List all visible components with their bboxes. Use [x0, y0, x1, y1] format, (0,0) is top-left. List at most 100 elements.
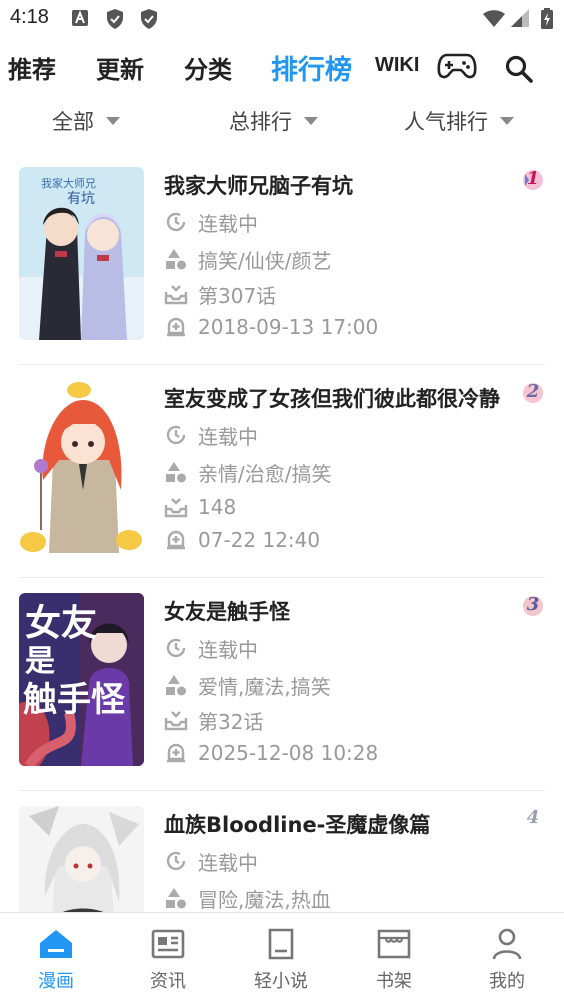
battery-icon	[541, 8, 553, 29]
bottom-nav: 漫画 资讯 轻小说 书架 我的	[0, 912, 564, 1002]
tags-text: 搞笑/仙侠/颜艺	[198, 248, 332, 273]
shield-check-icon	[141, 9, 157, 29]
comic-item[interactable]: 室友变成了女孩但我们彼此都很冷静 连载中 亲情/治愈/搞笑 148 07-22 …	[0, 365, 564, 578]
comic-status: 连载中	[164, 208, 258, 236]
filter-overall-dropdown[interactable]: 总排行	[229, 106, 318, 136]
clock-icon	[166, 425, 186, 445]
tags-text: 爱情,魔法,搞笑	[198, 674, 331, 699]
category-shapes-icon	[166, 462, 186, 483]
tags-text: 亲情/治愈/搞笑	[198, 461, 332, 486]
bottom-tab-news[interactable]: 资讯	[112, 913, 224, 1002]
bottom-tab-comics[interactable]: 漫画	[0, 913, 112, 1002]
filter-all-dropdown[interactable]: 全部	[52, 106, 120, 136]
bottom-tab-label: 轻小说	[254, 971, 308, 992]
filter-label: 人气排行	[404, 110, 488, 134]
update-text: 07-22 12:40	[198, 528, 321, 552]
svg-text:是: 是	[25, 644, 55, 679]
svg-text:触手怪: 触手怪	[23, 680, 126, 720]
wifi-icon	[483, 10, 505, 27]
bottom-tab-bookshelf[interactable]: 书架	[338, 913, 450, 1002]
comic-item[interactable]: 血族Bloodline-圣魔虚像篇 连载中 冒险,魔法,热血 4	[0, 791, 564, 912]
comic-status: 连载中	[164, 634, 258, 662]
svg-text:有坑: 有坑	[67, 191, 95, 207]
bell-plus-icon	[167, 530, 185, 550]
status-text: 连载中	[198, 211, 258, 236]
search-icon[interactable]	[504, 54, 534, 84]
comic-item[interactable]: 我家大师兄 有坑 我家大师兄脑子有坑 连载中 搞笑/仙侠/颜艺 第307话 20…	[0, 152, 564, 365]
bottom-tab-light-novel[interactable]: 轻小说	[225, 913, 337, 1002]
comic-title: 血族Bloodline-圣魔虚像篇	[164, 813, 431, 837]
comic-latest-chapter: 第32话	[164, 706, 263, 734]
comic-update-time: 2018-09-13 17:00	[164, 313, 378, 341]
comic-cover[interactable]	[19, 380, 144, 553]
comic-list: 我家大师兄 有坑 我家大师兄脑子有坑 连载中 搞笑/仙侠/颜艺 第307话 20…	[0, 152, 564, 912]
category-shapes-icon	[166, 888, 186, 909]
rank-number: 1	[526, 168, 540, 189]
update-text: 2018-09-13 17:00	[198, 315, 379, 339]
comic-item[interactable]: 女友 是 触手怪 女友是触手怪 连载中 爱情,魔法,搞笑 第32话 2025-1…	[0, 578, 564, 791]
filter-label: 总排行	[229, 110, 292, 134]
bottom-tab-label: 我的	[489, 971, 525, 992]
filter-row: 全部 总排行 人气排行	[0, 98, 564, 144]
comic-title: 我家大师兄脑子有坑	[164, 174, 353, 198]
latest-text: 148	[198, 495, 237, 519]
comic-update-time: 07-22 12:40	[164, 526, 320, 554]
clock-icon	[166, 212, 186, 232]
chevron-down-icon	[500, 117, 514, 125]
bottom-tab-label: 书架	[376, 971, 412, 992]
filter-label: 全部	[52, 110, 94, 134]
rank-number: 3	[526, 594, 540, 615]
comic-tags: 搞笑/仙侠/颜艺	[164, 245, 331, 273]
comic-title: 女友是触手怪	[164, 600, 290, 624]
status-time: 4:18	[10, 6, 49, 28]
category-shapes-icon	[166, 249, 186, 270]
tab-ranking[interactable]: 排行榜	[271, 48, 352, 87]
latest-text: 第32话	[198, 709, 264, 734]
bell-plus-icon	[167, 743, 185, 763]
status-bar: 4:18	[0, 0, 564, 36]
top-nav: 推荐 更新 分类 排行榜 WIKI	[0, 40, 564, 96]
category-shapes-icon	[166, 675, 186, 696]
comic-status: 连载中	[164, 421, 258, 449]
bookshelf-icon	[377, 929, 411, 959]
comic-latest-chapter: 148	[164, 493, 236, 521]
chevron-down-icon	[304, 117, 318, 125]
shield-check-icon	[107, 9, 123, 29]
tab-recommend[interactable]: 推荐	[8, 50, 56, 85]
profile-icon	[492, 928, 522, 960]
tab-category[interactable]: 分类	[184, 50, 232, 85]
status-text: 连载中	[198, 637, 258, 662]
rank-badge: 1	[520, 168, 546, 192]
comic-cover[interactable]: 女友 是 触手怪	[19, 593, 144, 766]
comic-cover[interactable]: 我家大师兄 有坑	[19, 167, 144, 340]
comic-cover[interactable]	[19, 806, 144, 912]
home-icon	[40, 930, 72, 958]
update-text: 2025-12-08 10:28	[198, 741, 379, 765]
filter-popularity-dropdown[interactable]: 人气排行	[404, 106, 514, 136]
bottom-tab-me[interactable]: 我的	[451, 913, 563, 1002]
tags-text: 冒险,魔法,热血	[198, 887, 331, 912]
clock-icon	[166, 638, 186, 658]
tab-wiki[interactable]: WIKI	[375, 54, 419, 77]
comic-tags: 爱情,魔法,搞笑	[164, 671, 331, 699]
rank-badge: 4	[520, 807, 546, 831]
svg-text:我家大师兄: 我家大师兄	[41, 176, 96, 190]
signal-icon	[511, 9, 529, 27]
inbox-icon	[164, 285, 188, 305]
comic-title: 室友变成了女孩但我们彼此都很冷静	[164, 387, 500, 411]
rank-number: 2	[526, 381, 540, 402]
latest-text: 第307话	[198, 283, 277, 308]
notification-a-icon	[72, 10, 88, 26]
book-icon	[268, 928, 294, 960]
clock-icon	[166, 851, 186, 871]
tab-update[interactable]: 更新	[96, 50, 144, 85]
rank-badge: 3	[520, 594, 546, 618]
inbox-icon	[164, 498, 188, 518]
status-text: 连载中	[198, 850, 258, 875]
gamepad-icon[interactable]	[437, 52, 477, 80]
bottom-tab-label: 漫画	[38, 971, 74, 992]
comic-tags: 冒险,魔法,热血	[164, 884, 331, 912]
comic-update-time: 2025-12-08 10:28	[164, 739, 378, 767]
inbox-icon	[164, 711, 188, 731]
rank-badge: 2	[520, 381, 546, 405]
